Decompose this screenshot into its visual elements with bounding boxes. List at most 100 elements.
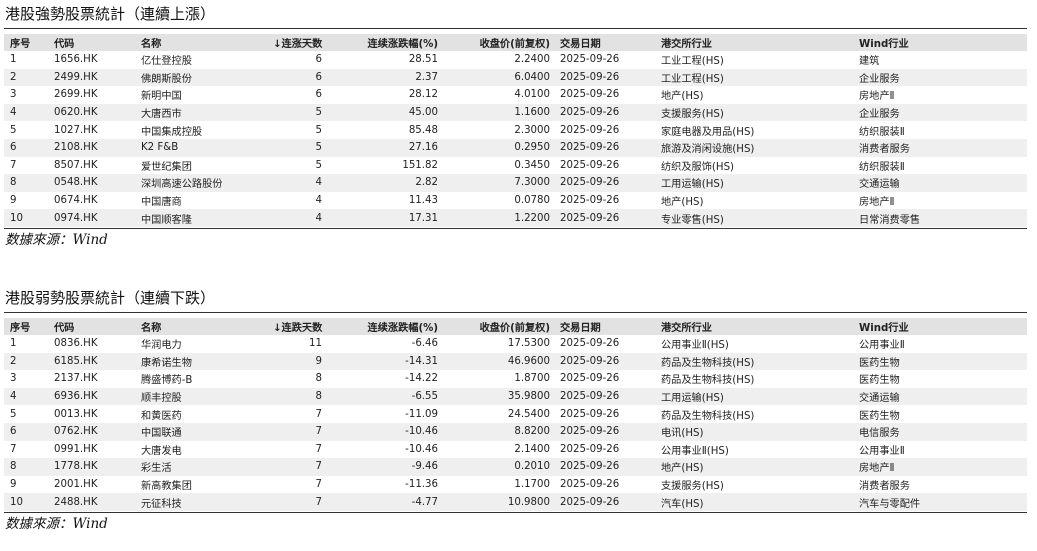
cell-wind-industry: 电信服务: [859, 428, 900, 440]
cell-index: 2: [10, 71, 17, 83]
col-header-streak-days[interactable]: ↓连跌天数: [267, 318, 326, 335]
table-row[interactable]: 6 0762.HK 中国联通 7 -10.46 8.8200 2025-09-26 电讯(HS…: [4, 422, 1027, 441]
table-row[interactable]: 8 1778.HK 彩生活 7 -9.46 0.2010 2025-09-26 地产(HS) 房…: [4, 458, 1027, 476]
col-header-hkex-industry[interactable]: 港交所行业: [655, 34, 853, 51]
cell-code: 1656.HK: [54, 54, 98, 66]
cell-change-pct: 2.82: [415, 177, 438, 189]
table-row[interactable]: 1 1656.HK 亿仕登控股 6 28.51 2.2400 2025-09-26 工业工程(…: [4, 51, 1027, 69]
table-row[interactable]: 5 0013.HK 和黄医药 7 -11.09 24.5400 2025-09-26 药品及生…: [4, 405, 1027, 423]
cell-hkex-industry: 公用事业Ⅱ(HS): [661, 340, 729, 352]
cell-wind-industry: 医药生物: [859, 375, 900, 387]
cell-wind-industry: 建筑: [859, 56, 880, 68]
table-row[interactable]: 9 0674.HK 中国唐商 4 11.43 0.0780 2025-09-26 地产(HS)…: [4, 191, 1027, 210]
col-header-trade-date[interactable]: 交易日期: [554, 318, 655, 335]
cell-code: 2499.HK: [54, 71, 98, 83]
col-header-change-pct[interactable]: 连续涨跌幅(%): [326, 318, 442, 335]
cell-code: 8507.HK: [54, 159, 98, 171]
cell-index: 1: [10, 338, 17, 350]
col-header-hkex-industry[interactable]: 港交所行业: [655, 318, 853, 335]
col-header-name[interactable]: 名称: [135, 318, 267, 335]
cell-streak-days: 7: [315, 461, 322, 473]
cell-streak-days: 6: [315, 54, 322, 66]
table-row[interactable]: 10 2488.HK 元征科技 7 -4.77 10.9800 2025-09-26 汽车(H…: [4, 493, 1027, 511]
cell-name: 爱世纪集团: [141, 161, 192, 173]
cell-name: 新高教集团: [141, 481, 192, 493]
col-header-wind-industry[interactable]: Wind行业: [853, 34, 1027, 51]
table-row[interactable]: 4 6936.HK 顺丰控股 8 -6.55 35.9800 2025-09-26 工用运输(…: [4, 387, 1027, 406]
cell-wind-industry: 汽车与零配件: [859, 498, 921, 510]
cell-streak-days: 11: [309, 338, 322, 350]
cell-streak-days: 8: [315, 391, 322, 403]
cell-hkex-industry: 家庭电器及用品(HS): [661, 126, 755, 138]
table-row[interactable]: 7 0991.HK 大唐发电 7 -10.46 2.1400 2025-09-26 公用事业Ⅱ…: [4, 440, 1027, 459]
cell-hkex-industry: 工业工程(HS): [661, 56, 724, 68]
cell-name: 中国唐商: [141, 197, 182, 209]
col-header-close-price[interactable]: 收盘价(前复权): [442, 318, 554, 335]
cell-close-price: 0.0780: [514, 195, 550, 207]
col-header-change-pct[interactable]: 连续涨跌幅(%): [326, 34, 442, 51]
col-header-close-price[interactable]: 收盘价(前复权): [442, 34, 554, 51]
cell-trade-date: 2025-09-26: [560, 142, 620, 154]
cell-hkex-industry: 地产(HS): [661, 197, 704, 209]
cell-streak-days: 7: [315, 479, 322, 491]
col-header-code[interactable]: 代码: [48, 34, 135, 51]
weak-stocks-section: 港股弱勢股票統計（連續下跌） 序号 代码 名称 ↓连跌天数 连续涨跌幅(%) 收…: [4, 286, 1027, 535]
cell-wind-industry: 公用事业Ⅱ: [859, 445, 905, 457]
cell-index: 3: [10, 373, 17, 385]
table-row[interactable]: 10 0974.HK 中国顺客隆 4 17.31 1.2200 2025-09-26 专业零售…: [4, 209, 1027, 227]
cell-close-price: 1.1700: [514, 479, 550, 491]
col-header-name[interactable]: 名称: [135, 34, 267, 51]
cell-wind-industry: 纺织服装Ⅱ: [859, 126, 905, 138]
col-header-trade-date[interactable]: 交易日期: [554, 34, 655, 51]
cell-change-pct: 151.82: [402, 159, 438, 171]
col-header-index[interactable]: 序号: [4, 34, 48, 51]
cell-wind-industry: 交通运输: [859, 179, 900, 191]
table-row[interactable]: 2 6185.HK 康希诺生物 9 -14.31 46.9600 2025-09-26 药品及…: [4, 352, 1027, 371]
table-row[interactable]: 7 8507.HK 爱世纪集团 5 151.82 0.3450 2025-09-26 纺织及服…: [4, 156, 1027, 175]
cell-code: 1027.HK: [54, 124, 98, 136]
cell-change-pct: 2.37: [415, 71, 438, 83]
cell-streak-days: 5: [315, 124, 322, 136]
cell-index: 4: [10, 391, 17, 403]
cell-name: 中国顺客隆: [141, 214, 192, 226]
cell-hkex-industry: 支援服务(HS): [661, 481, 724, 493]
cell-hkex-industry: 工用运输(HS): [661, 179, 724, 191]
cell-close-price: 10.9800: [507, 496, 550, 508]
cell-streak-days: 4: [315, 212, 322, 224]
cell-close-price: 0.3450: [514, 159, 550, 171]
table-row[interactable]: 4 0620.HK 大唐西市 5 45.00 1.1600 2025-09-26 支援服务(H…: [4, 103, 1027, 122]
table-row[interactable]: 8 0548.HK 深圳高速公路股份 4 2.82 7.3000 2025-09-26 工用运…: [4, 174, 1027, 192]
cell-hkex-industry: 药品及生物科技(HS): [661, 375, 755, 387]
col-header-code[interactable]: 代码: [48, 318, 135, 335]
cell-wind-industry: 公用事业Ⅱ: [859, 340, 905, 352]
cell-close-price: 7.3000: [514, 177, 550, 189]
cell-change-pct: 28.12: [408, 89, 438, 101]
table-row[interactable]: 3 2699.HK 新明中国 6 28.12 4.0100 2025-09-26 地产(HS)…: [4, 86, 1027, 104]
table-row[interactable]: 6 2108.HK K2 F&B 5 27.16 0.2950 2025-09-26 旅游及消…: [4, 138, 1027, 157]
cell-trade-date: 2025-09-26: [560, 89, 620, 101]
cell-index: 1: [10, 54, 17, 66]
col-header-wind-industry[interactable]: Wind行业: [853, 318, 1027, 335]
col-header-index[interactable]: 序号: [4, 318, 48, 335]
table-row[interactable]: 1 0836.HK 华润电力 11 -6.46 17.5300 2025-09-26 公用事业…: [4, 335, 1027, 353]
col-header-streak-days[interactable]: ↓连涨天数: [267, 34, 326, 51]
cell-index: 6: [10, 142, 17, 154]
cell-close-price: 35.9800: [507, 391, 550, 403]
cell-wind-industry: 房地产Ⅱ: [859, 91, 895, 103]
cell-wind-industry: 日常消费零售: [859, 214, 921, 226]
cell-close-price: 46.9600: [507, 355, 550, 367]
table-row[interactable]: 5 1027.HK 中国集成控股 5 85.48 2.3000 2025-09-26 家庭电器…: [4, 121, 1027, 139]
cell-hkex-industry: 工用运输(HS): [661, 393, 724, 405]
table-row[interactable]: 3 2137.HK 腾盛博药-B 8 -14.22 1.8700 2025-09-26 药品及…: [4, 370, 1027, 388]
table-row[interactable]: 2 2499.HK 佛朗斯股份 6 2.37 6.0400 2025-09-26 工业工程(H…: [4, 68, 1027, 87]
cell-change-pct: -6.46: [411, 338, 438, 350]
strong-source-note: 数據來源：Wind: [5, 231, 108, 248]
table-row[interactable]: 9 2001.HK 新高教集团 7 -11.36 1.1700 2025-09-26 支援服务…: [4, 475, 1027, 494]
cell-index: 10: [10, 496, 23, 508]
cell-change-pct: -9.46: [411, 461, 438, 473]
cell-index: 4: [10, 107, 17, 119]
cell-index: 3: [10, 89, 17, 101]
cell-change-pct: -11.36: [405, 479, 438, 491]
cell-change-pct: 11.43: [408, 195, 438, 207]
cell-close-price: 24.5400: [507, 408, 550, 420]
